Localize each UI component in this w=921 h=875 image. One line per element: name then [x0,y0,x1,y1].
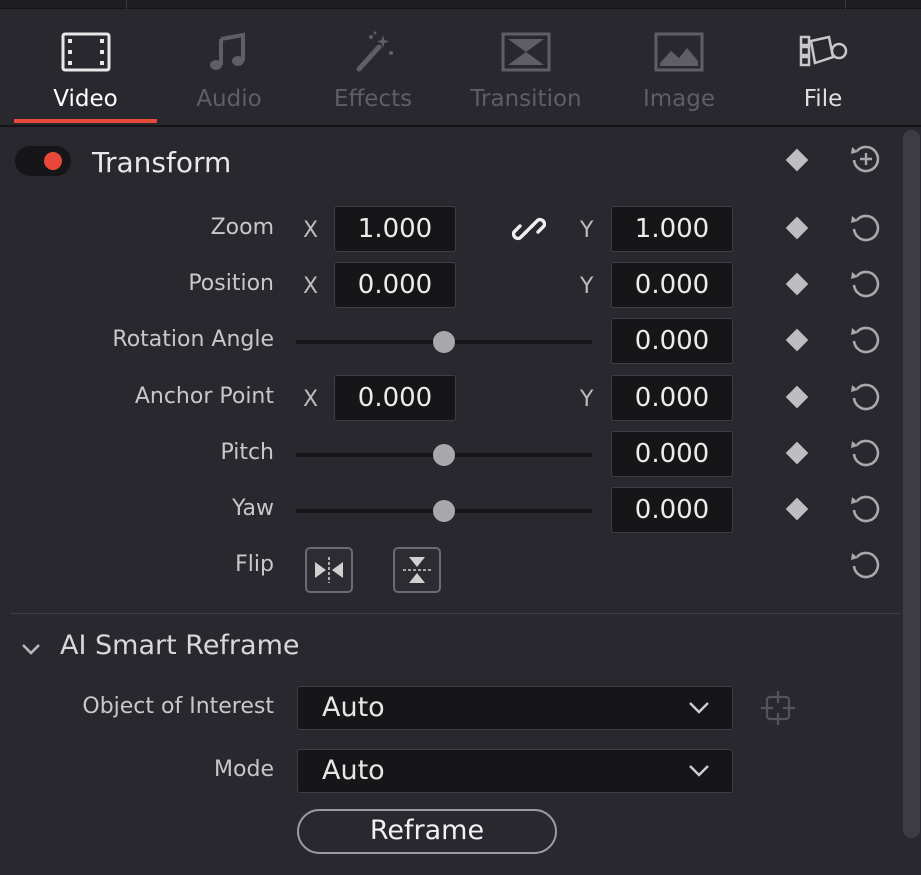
tab-audio[interactable]: Audio [166,9,292,125]
vertical-scrollbar[interactable] [903,130,920,838]
pitch-label: Pitch [220,440,274,465]
position-y-field[interactable]: 0.000 [611,262,733,308]
tab-label: Audio [196,86,262,112]
anchor-y-field[interactable]: 0.000 [611,375,733,421]
tab-label: File [803,86,843,112]
reset-icon[interactable] [849,436,883,470]
slider-thumb[interactable] [433,500,455,522]
chevron-down-icon [689,702,709,714]
anchor-x-axis-label: X [303,387,319,412]
slider-thumb[interactable] [433,444,455,466]
zoom-y-axis-label: Y [580,218,594,243]
tab-label: Effects [333,86,413,112]
tab-video[interactable]: Video [14,9,157,125]
flip-horizontal-icon [315,557,343,583]
section-divider [10,613,901,614]
reset-icon[interactable] [849,211,883,245]
transform-enable-toggle[interactable] [15,146,71,176]
mode-dropdown[interactable]: Auto [297,749,733,793]
inspector-tab-bar: Video Audio Effects Transition Image Fil… [0,9,921,127]
tab-label: Video [53,86,118,112]
top-strip-divider [845,0,846,9]
chevron-down-icon[interactable] [20,638,42,660]
anchor-x-field[interactable]: 0.000 [334,375,456,421]
position-x-field[interactable]: 0.000 [334,262,456,308]
magic-wand-icon [356,31,393,72]
tab-label: Image [642,86,716,112]
rotation-angle-field[interactable]: 0.000 [611,318,733,364]
section-title-transform: Transform [92,146,232,179]
active-tab-indicator [14,119,157,123]
zoom-label: Zoom [210,215,274,240]
yaw-slider[interactable] [296,500,592,522]
flip-label: Flip [235,552,274,577]
tab-label: Transition [470,86,582,112]
section-title-smart-reframe: AI Smart Reframe [60,630,300,661]
reset-icon[interactable] [849,267,883,301]
toggle-indicator [44,152,62,170]
music-note-icon [210,32,245,70]
rotation-slider[interactable] [296,331,592,353]
target-crosshair-icon[interactable] [760,690,796,726]
tab-transition[interactable]: Transition [456,9,596,125]
flip-vertical-icon [403,557,431,583]
pitch-field[interactable]: 0.000 [611,431,733,477]
anchor-y-axis-label: Y [580,387,594,412]
position-label: Position [188,271,274,296]
dropdown-value: Auto [322,692,385,723]
image-icon [654,32,704,72]
reset-icon[interactable] [849,548,883,582]
position-x-axis-label: X [303,274,319,299]
object-of-interest-dropdown[interactable]: Auto [297,686,733,730]
film-strip-icon [61,32,110,72]
camera-file-icon [799,35,848,67]
zoom-x-field[interactable]: 1.000 [334,206,456,252]
yaw-label: Yaw [232,496,274,521]
reset-icon[interactable] [849,492,883,526]
pitch-slider[interactable] [296,444,592,466]
reset-icon[interactable] [849,323,883,357]
top-strip [0,0,921,9]
transition-icon [501,32,551,72]
top-strip-divider [126,0,127,9]
object-of-interest-label: Object of Interest [82,694,274,719]
zoom-x-axis-label: X [303,218,319,243]
reset-all-icon[interactable] [849,142,883,176]
mode-label: Mode [214,757,274,782]
rotation-angle-label: Rotation Angle [112,327,274,352]
slider-thumb[interactable] [433,331,455,353]
flip-vertical-button[interactable] [393,547,441,593]
tab-image[interactable]: Image [616,9,742,125]
position-y-axis-label: Y [580,274,594,299]
flip-horizontal-button[interactable] [305,547,353,593]
reframe-button[interactable]: Reframe [297,809,557,854]
anchor-point-label: Anchor Point [134,384,274,409]
chevron-down-icon [689,765,709,777]
zoom-y-field[interactable]: 1.000 [611,206,733,252]
tab-file[interactable]: File [760,9,886,125]
link-chain-icon[interactable] [512,212,546,246]
reset-icon[interactable] [849,380,883,414]
tab-effects[interactable]: Effects [310,9,436,125]
yaw-field[interactable]: 0.000 [611,487,733,533]
dropdown-value: Auto [322,755,385,786]
